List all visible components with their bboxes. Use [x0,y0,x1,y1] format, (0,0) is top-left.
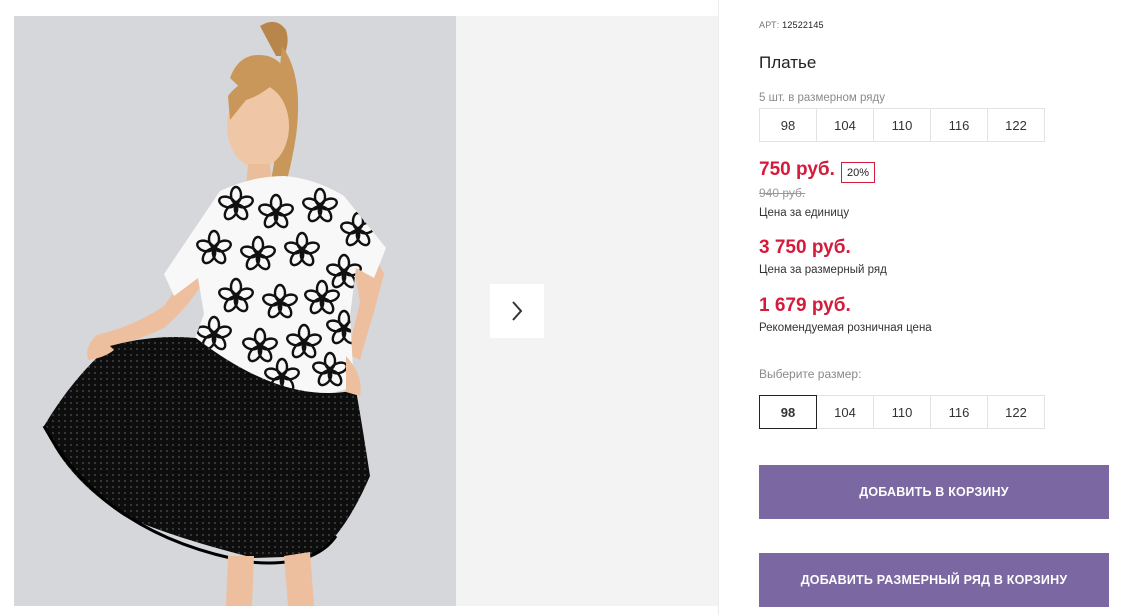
unit-price: 750 руб. [759,159,835,180]
pack-size-cell: 122 [987,108,1045,142]
row-price-caption: Цена за размерный ряд [759,264,887,276]
size-option-122[interactable]: 122 [987,395,1045,429]
pack-size-cell: 110 [873,108,931,142]
add-size-row-to-cart-button[interactable]: ДОБАВИТЬ РАЗМЕРНЫЙ РЯД В КОРЗИНУ [759,553,1109,607]
divider [718,0,719,615]
size-option-110[interactable]: 110 [873,395,931,429]
old-price: 940 руб. [759,186,806,200]
pack-size-cell: 98 [759,108,817,142]
product-title: Платье [759,53,817,72]
product-photo[interactable] [14,16,456,606]
chevron-right-icon [512,301,523,321]
discount-badge: 20% [841,162,876,183]
size-option-116[interactable]: 116 [930,395,988,429]
gallery-next-button[interactable] [490,284,544,338]
size-option-98[interactable]: 98 [759,395,817,429]
pack-size-row: 98 104 110 116 122 [759,108,1045,142]
sku-label: АРТ: [759,20,780,30]
size-selector: 98 104 110 116 122 [759,395,1045,429]
pack-size-cell: 116 [930,108,988,142]
rrp-price: 1 679 руб. [759,295,851,316]
choose-size-label: Выберите размер: [759,367,862,381]
sku: АРТ: 12522145 [759,20,824,30]
sku-value: 12522145 [782,20,824,30]
size-option-104[interactable]: 104 [816,395,874,429]
pack-note: 5 шт. в размерном ряду [759,92,885,104]
row-price: 3 750 руб. [759,237,851,258]
pack-size-cell: 104 [816,108,874,142]
add-to-cart-button[interactable]: ДОБАВИТЬ В КОРЗИНУ [759,465,1109,519]
unit-price-caption: Цена за единицу [759,207,850,219]
rrp-caption: Рекомендуемая розничная цена [759,322,932,334]
product-gallery [14,16,719,606]
